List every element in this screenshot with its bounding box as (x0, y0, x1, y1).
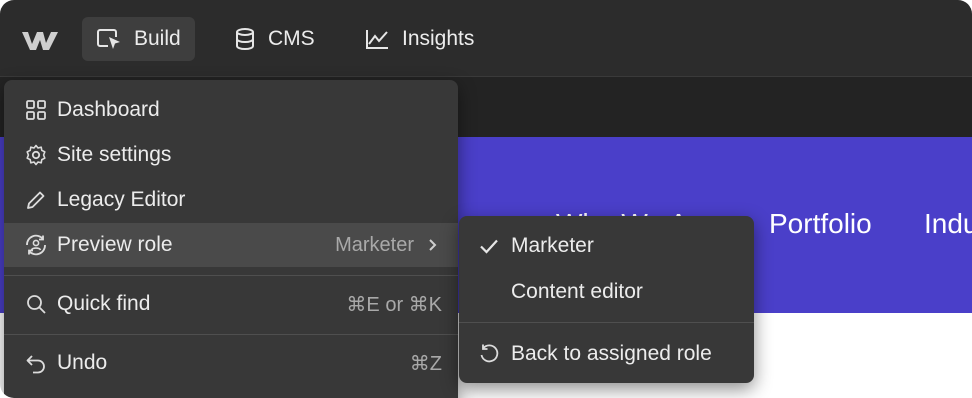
app-window: Build CMS Insights Who We Are Portfolio … (0, 0, 972, 398)
cursor-box-icon (97, 29, 120, 49)
menu-item-label: Site settings (57, 143, 172, 166)
preview-role-submenu: Marketer Content editor Back to assigned… (459, 216, 754, 383)
preview-role-value: Marketer (335, 234, 442, 257)
tab-insights-label: Insights (402, 27, 475, 50)
submenu-divider (459, 322, 754, 323)
submenu-item-content-editor[interactable]: Content editor (459, 270, 754, 314)
webflow-logo-icon[interactable] (20, 26, 60, 54)
tab-build[interactable]: Build (82, 17, 195, 61)
menu-item-undo[interactable]: Undo ⌘Z (4, 341, 458, 385)
tab-build-label: Build (134, 27, 181, 50)
menu-divider (4, 275, 458, 276)
menu-item-site-settings[interactable]: Site settings (4, 133, 458, 177)
submenu-item-label: Content editor (511, 280, 643, 303)
menu-item-label: Dashboard (57, 98, 160, 121)
menu-item-label: Quick find (57, 292, 151, 315)
tab-insights[interactable]: Insights (350, 17, 488, 61)
grid-icon (26, 100, 46, 120)
gear-icon (26, 144, 46, 166)
tab-cms[interactable]: CMS (220, 17, 329, 61)
pencil-icon (27, 191, 45, 209)
menu-item-label: Legacy Editor (57, 188, 186, 211)
submenu-item-marketer[interactable]: Marketer (459, 224, 754, 268)
menu-divider (4, 334, 458, 335)
preview-role-icon (26, 234, 46, 256)
undo-shortcut: ⌘Z (409, 352, 442, 375)
database-icon (236, 28, 254, 51)
menu-item-dashboard[interactable]: Dashboard (4, 88, 458, 132)
chevron-right-icon (429, 239, 437, 251)
menu-item-preview-role[interactable]: Preview role Marketer (4, 223, 458, 267)
menu-item-label: Undo (57, 351, 108, 374)
menu-item-label: Preview role (57, 233, 173, 256)
reset-icon (480, 344, 499, 363)
undo-icon (26, 355, 45, 374)
submenu-item-label: Back to assigned role (511, 342, 712, 365)
app-menu: Dashboard Site settings Legacy Editor Pr… (4, 80, 458, 398)
hero-nav-item[interactable]: Portfolio (769, 208, 872, 240)
search-icon (27, 295, 46, 314)
preview-role-current: Marketer (335, 233, 414, 256)
menu-item-quick-find[interactable]: Quick find ⌘E or ⌘K (4, 282, 458, 326)
line-chart-icon (366, 30, 388, 49)
submenu-item-label: Marketer (511, 234, 594, 257)
tab-cms-label: CMS (268, 27, 315, 50)
top-bar: Build CMS Insights (0, 0, 972, 77)
submenu-item-back-to-assigned-role[interactable]: Back to assigned role (459, 332, 754, 376)
menu-item-legacy-editor[interactable]: Legacy Editor (4, 178, 458, 222)
quick-find-shortcut: ⌘E or ⌘K (346, 293, 442, 316)
check-icon (480, 239, 498, 254)
hero-nav-item[interactable]: Indu (924, 208, 972, 240)
